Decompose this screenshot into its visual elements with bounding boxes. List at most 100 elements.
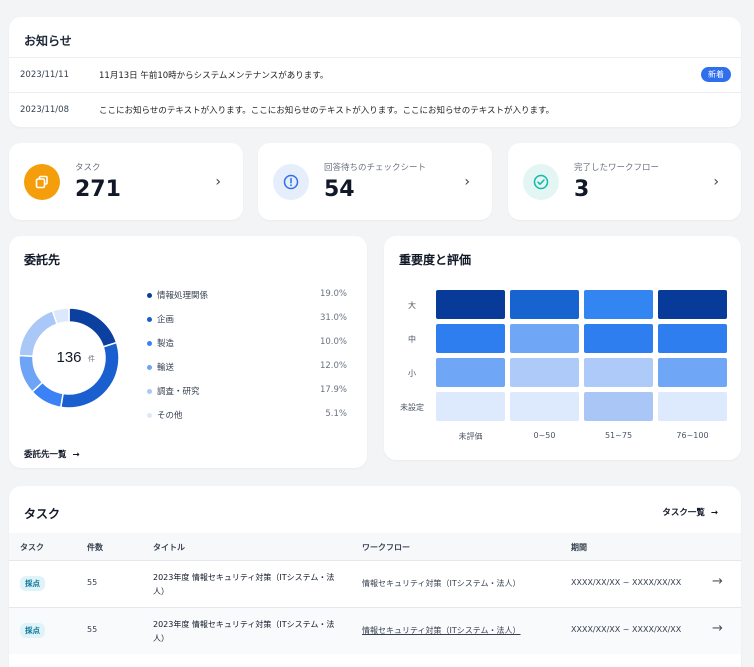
check-circle-icon (523, 163, 559, 200)
heatmap-cell[interactable] (658, 324, 727, 353)
heatmap-cell[interactable] (510, 324, 579, 353)
heatmap-cell[interactable] (584, 324, 653, 353)
legend-item: 輸送 12.0% (147, 361, 347, 385)
legend-label: 情報処理関係 (157, 291, 209, 301)
task-count: 55 (87, 625, 98, 634)
notice-title: お知らせ (9, 17, 741, 58)
donut-total: 136 (56, 349, 81, 366)
legend-dot (147, 293, 152, 298)
donut-unit: 件 (88, 354, 95, 363)
outsource-donut-chart: 136 件 (18, 307, 120, 409)
stat-label: 回答待ちのチェックシート (324, 163, 427, 173)
legend-percent: 31.0% (319, 313, 347, 323)
legend-percent: 5.1% (325, 409, 347, 419)
heatmap-cell[interactable] (584, 358, 653, 387)
task-period: XXXX/XX/XX ~ XXXX/XX/XX (571, 578, 682, 587)
heatmap-cell[interactable] (436, 324, 505, 353)
outsource-list-link-label: 委託先一覧 (24, 450, 67, 460)
legend-item: 調査・研究 17.9% (147, 385, 347, 409)
heatmap-column-label: 未評価 (458, 432, 483, 441)
notice-text: 11月13日 午前10時からシステムメンテナンスがあります。 (99, 71, 329, 81)
workflow-link[interactable]: 情報セキュリティ対策（ITシステム・法人） (362, 625, 521, 636)
workflow-link[interactable]: 情報セキュリティ対策（ITシステム・法人） (362, 578, 521, 589)
stat-card-tasks[interactable]: タスク 271 › (9, 143, 243, 220)
table-row[interactable]: 採点 55 2023年度 情報セキュリティ対策（ITシステム・法人） 情報セキュ… (9, 560, 741, 607)
heatmap-row-label: 中 (408, 335, 416, 344)
alert-circle-icon (273, 163, 309, 200)
table-row[interactable]: 採点 55 2023年度 情報セキュリティ対策（ITシステム・法人） 情報セキュ… (9, 607, 741, 654)
notice-date: 2023/11/11 (20, 70, 69, 80)
legend-percent: 12.0% (319, 361, 347, 371)
legend-dot (147, 317, 152, 322)
task-list-link[interactable]: タスク一覧 → (662, 506, 718, 518)
heatmap-row-label: 大 (408, 301, 416, 310)
arrow-right-icon: → (710, 508, 718, 518)
legend-label: その他 (157, 411, 183, 421)
new-badge: 新着 (701, 67, 731, 82)
task-tag: 採点 (20, 623, 45, 638)
legend-percent: 17.9% (319, 385, 347, 395)
legend-item: 製造 10.0% (147, 337, 347, 361)
heatmap-cell[interactable] (436, 392, 505, 421)
chevron-right-icon[interactable]: › (713, 174, 719, 190)
legend-label: 輸送 (157, 363, 175, 373)
stat-value: 271 (75, 177, 121, 202)
heatmap-cell[interactable] (510, 290, 579, 319)
heatmap-cell[interactable] (510, 392, 579, 421)
stat-card-checksheets[interactable]: 回答待ちのチェックシート 54 › (258, 143, 492, 220)
task-period: XXXX/XX/XX ~ XXXX/XX/XX (571, 625, 682, 634)
heatmap-column-label: 76~100 (676, 431, 709, 440)
legend-dot (147, 389, 152, 394)
chevron-right-icon[interactable]: › (215, 174, 221, 190)
legend-dot (147, 341, 152, 346)
outsource-title: 委託先 (24, 253, 61, 267)
arrow-right-icon[interactable]: → (712, 621, 723, 636)
heatmap-cell[interactable] (436, 290, 505, 319)
heatmap-card: 重要度と評価 大中小未設定未評価 0~50 51~75 76~100 (384, 236, 741, 460)
legend-label: 製造 (157, 339, 175, 349)
heatmap-cell[interactable] (510, 358, 579, 387)
heatmap-cell[interactable] (436, 358, 505, 387)
legend-item: 情報処理関係 19.0% (147, 289, 347, 313)
legend-dot (147, 365, 152, 370)
copy-icon (24, 163, 60, 200)
heatmap-cell[interactable] (658, 392, 727, 421)
arrow-right-icon[interactable]: → (712, 574, 723, 589)
column-header: 期間 (571, 543, 587, 552)
legend-label: 企画 (157, 315, 175, 325)
stat-value: 54 (324, 177, 355, 202)
heatmap-column-label: 0~50 (533, 431, 556, 440)
task-count: 55 (87, 578, 98, 587)
heatmap-column-label: 51~75 (604, 431, 633, 440)
task-title: 2023年度 情報セキュリティ対策（ITシステム・法人） (153, 573, 335, 596)
task-table-card: タスク タスク一覧 → タスク 件数 タイトル ワークフロー 期間 採点 55 2… (9, 486, 741, 667)
outsource-legend: 情報処理関係 19.0% 企画 31.0% 製造 10.0% 輸送 12.0% … (147, 289, 347, 433)
notice-date: 2023/11/08 (20, 104, 69, 115)
table-header: タスク 件数 タイトル ワークフロー 期間 (9, 533, 741, 560)
stat-label: 完了したワークフロー (574, 163, 660, 173)
notice-item[interactable]: 2023/11/08 ここにお知らせのテキストが入ります。ここにお知らせのテキス… (9, 92, 741, 126)
heatmap-cell[interactable] (584, 392, 653, 421)
notice-item[interactable]: 2023/11/11 11月13日 午前10時からシステムメンテナンスがあります… (9, 58, 741, 92)
heatmap-title: 重要度と評価 (399, 253, 472, 267)
column-header: タスク (20, 543, 44, 552)
legend-item: その他 5.1% (147, 409, 347, 433)
task-table-title: タスク (24, 507, 61, 521)
heatmap-cell[interactable] (658, 290, 727, 319)
task-tag: 採点 (20, 576, 45, 591)
legend-label: 調査・研究 (157, 387, 200, 397)
heatmap-row-label: 小 (408, 369, 416, 378)
legend-dot (147, 413, 152, 418)
outsource-list-link[interactable]: 委託先一覧 → (24, 448, 80, 460)
task-list-link-label: タスク一覧 (662, 508, 705, 518)
column-header: ワークフロー (362, 543, 410, 552)
notice-text: ここにお知らせのテキストが入ります。ここにお知らせのテキストが入ります。ここにお… (99, 105, 555, 116)
column-header: タイトル (153, 543, 185, 552)
arrow-right-icon: → (72, 450, 80, 460)
legend-item: 企画 31.0% (147, 313, 347, 337)
stat-card-workflows[interactable]: 完了したワークフロー 3 › (508, 143, 741, 220)
heatmap-row-label: 未設定 (400, 403, 424, 412)
heatmap-cell[interactable] (584, 290, 653, 319)
heatmap-cell[interactable] (658, 358, 727, 387)
chevron-right-icon[interactable]: › (464, 174, 470, 190)
